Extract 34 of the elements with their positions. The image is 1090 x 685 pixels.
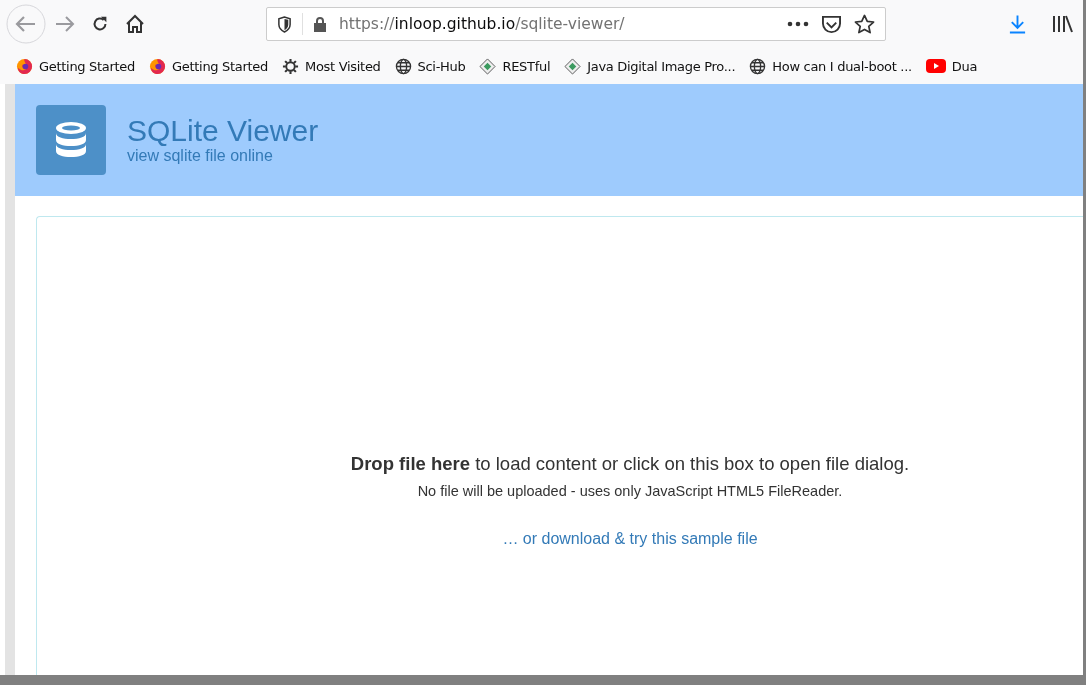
browser-logo-icon[interactable]	[16, 57, 33, 75]
home-icon[interactable]	[124, 13, 146, 35]
upload-note: No file will be uploaded - uses only JavaScript HTML5 FileReader.	[417, 483, 843, 499]
sample-file-link[interactable]: … or download & try this sample file	[502, 530, 758, 548]
diamond-icon[interactable]	[479, 57, 497, 75]
bookmark-link[interactable]: How can I dual-boot ...	[772, 58, 912, 74]
star-icon[interactable]	[854, 13, 875, 35]
bookmark-link[interactable]: Getting Started	[39, 58, 135, 74]
site-subtitle: view sqlite file online	[127, 147, 274, 165]
shield-icon[interactable]	[277, 15, 292, 33]
url-text: https://inloop.github.io/sqlite-viewer/	[339, 15, 625, 33]
gear-icon[interactable]	[282, 57, 300, 75]
pocket-icon[interactable]	[821, 14, 842, 34]
lock-icon	[313, 16, 327, 32]
browser-logo-icon[interactable]	[149, 57, 166, 75]
bookmark-link[interactable]: Most Visited	[305, 58, 381, 74]
address-bar[interactable]: https://inloop.github.io/sqlite-viewer/	[266, 7, 886, 41]
bookmark-link[interactable]: Getting Started	[172, 58, 269, 74]
drop-instructions: Drop file here to load content or click on this box to open file dialog.	[350, 453, 910, 475]
download-icon[interactable]	[1008, 14, 1027, 34]
bookmark-link[interactable]: RESTful	[502, 58, 551, 74]
play-icon[interactable]	[925, 59, 946, 73]
globe-icon[interactable]	[394, 57, 412, 75]
bookmark-link[interactable]: Dua	[951, 58, 978, 74]
globe-icon[interactable]	[749, 57, 767, 75]
diamond-icon[interactable]	[564, 57, 582, 75]
more-icon[interactable]	[787, 21, 809, 27]
library-icon[interactable]	[1051, 14, 1073, 34]
site-title: SQLite Viewer	[127, 115, 319, 147]
bookmark-link[interactable]: Java Digital Image Pro...	[587, 58, 736, 74]
bookmark-link[interactable]: Sci-Hub	[417, 58, 466, 74]
file-drop-zone[interactable]: Drop file here to load content or click on this box to open file dialog. No file will be uploaded - uses only JavaScript HTML5 FileReader. … or download & try this sample file	[36, 216, 1083, 675]
database-icon	[36, 105, 106, 175]
back-icon[interactable]	[6, 4, 46, 44]
